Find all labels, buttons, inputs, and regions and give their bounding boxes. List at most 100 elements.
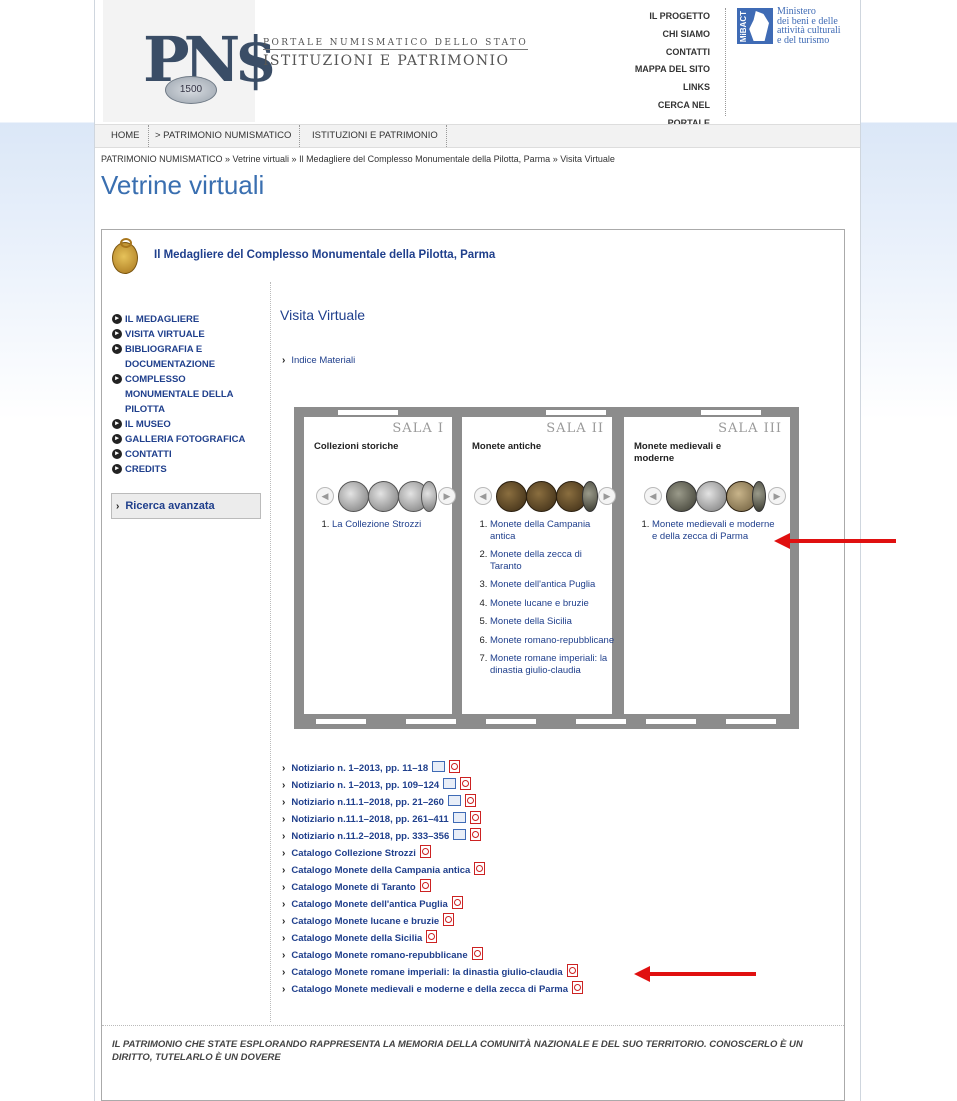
publication-item[interactable]: › Catalogo Monete romane imperiali: la di… [282,964,583,981]
breadcrumb-item[interactable]: Vetrine virtuali [233,154,290,164]
publication-link[interactable]: Catalogo Monete medievali e moderne e de… [291,984,568,995]
breadcrumb-item[interactable]: PATRIMONIO NUMISMATICO [101,154,223,164]
pdf-icon[interactable] [469,811,481,824]
publication-link[interactable]: Notiziario n.11.1–2018, pp. 21–260 [291,797,444,808]
sidebar-item-complesso[interactable]: ▸ COMPLESSO MONUMENTALE DELLA PILOTTA [112,372,262,417]
carousel-next-button[interactable]: ▶ [438,487,456,505]
publication-item[interactable]: › Notiziario n.11.1–2018, pp. 261–411 [282,811,583,828]
room-item-link[interactable]: Monete della zecca di Taranto [490,549,582,572]
pdf-icon[interactable] [460,777,472,790]
sidebar-item-galleria[interactable]: ▸ GALLERIA FOTOGRAFICA [112,432,262,447]
publication-link[interactable]: Catalogo Monete romano-repubblicane [291,950,467,961]
room-item-link[interactable]: Monete lucane e bruzie [490,598,589,609]
publication-link[interactable]: Notiziario n.11.2–2018, pp. 333–356 [291,831,449,842]
coin-thumbnail[interactable] [421,481,437,512]
publication-item[interactable]: › Catalogo Monete romano-repubblicane [282,947,583,964]
pdf-icon[interactable] [471,947,483,960]
pdf-icon[interactable] [464,794,476,807]
book-icon[interactable] [432,761,446,772]
room-item-link[interactable]: Monete romane imperiali: la dinastia giu… [490,653,607,676]
pdf-icon[interactable] [426,930,438,943]
mibac-logo[interactable]: MiBACT Ministero dei beni e delle attivi… [737,7,853,48]
coin-thumbnail[interactable] [752,481,766,512]
coin-thumbnail[interactable] [368,481,399,512]
pdf-icon[interactable] [449,760,461,773]
room-item-link[interactable]: Monete medievali e moderne e della zecca… [652,519,775,542]
publication-link[interactable]: Notiziario n.11.1–2018, pp. 261–411 [291,814,448,825]
sidebar-item-contatti[interactable]: ▸ CONTATTI [112,447,262,462]
page-container: PN$ 1500 PORTALE NUMISMATICO DELLO STATO… [94,0,861,1101]
publication-item[interactable]: › Catalogo Monete di Taranto [282,879,583,896]
room-item-link[interactable]: La Collezione Strozzi [332,519,421,530]
coin-thumbnail[interactable] [526,481,557,512]
pdf-icon[interactable] [566,964,578,977]
sidebar-item-bibliografia[interactable]: ▸ BIBLIOGRAFIA E DOCUMENTAZIONE [112,342,262,372]
pdf-icon[interactable] [419,845,431,858]
publication-link[interactable]: Catalogo Collezione Strozzi [291,848,416,859]
publication-item[interactable]: › Notiziario n. 1–2013, pp. 109–124 [282,777,583,794]
pdf-icon[interactable] [451,896,463,909]
sidebar-item-medagliere[interactable]: ▸ IL MEDAGLIERE [112,312,262,327]
topnav-cerca-1[interactable]: CERCA NEL [635,97,710,115]
carousel-prev-button[interactable]: ◀ [644,487,662,505]
publication-link[interactable]: Notiziario n. 1–2013, pp. 11–18 [291,763,428,774]
publication-item[interactable]: › Catalogo Monete dell'antica Puglia [282,896,583,913]
breadcrumb-item[interactable]: Il Medagliere del Complesso Monumentale … [299,154,550,164]
chevron-right-icon: › [282,814,286,825]
publication-link[interactable]: Notiziario n. 1–2013, pp. 109–124 [291,780,439,791]
pdf-icon[interactable] [419,879,431,892]
publication-item[interactable]: › Catalogo Monete lucane e bruzie [282,913,583,930]
index-materials-link[interactable]: Indice Materiali [291,355,355,366]
room-item-link[interactable]: Monete della Campania antica [490,519,590,542]
publication-item[interactable]: › Catalogo Monete della Sicilia [282,930,583,947]
book-icon[interactable] [452,812,466,823]
advanced-search-button[interactable]: › Ricerca avanzata [111,493,261,519]
publication-link[interactable]: Catalogo Monete dell'antica Puglia [291,899,447,910]
room-item-link[interactable]: Monete della Sicilia [490,616,572,627]
carousel-prev-button[interactable]: ◀ [474,487,492,505]
topnav-progetto[interactable]: IL PROGETTO [635,8,710,26]
carousel-next-button[interactable]: ▶ [598,487,616,505]
publication-item[interactable]: › Notiziario n.11.1–2018, pp. 21–260 [282,794,583,811]
room-item-link[interactable]: Monete dell'antica Puglia [490,579,595,590]
sidebar-item-credits[interactable]: ▸ CREDITS [112,462,262,477]
publication-item[interactable]: › Catalogo Collezione Strozzi [282,845,583,862]
topnav-links[interactable]: LINKS [635,79,710,97]
book-icon[interactable] [453,829,467,840]
book-icon[interactable] [447,795,461,806]
coin-thumbnail[interactable] [496,481,527,512]
publication-link[interactable]: Catalogo Monete romane imperiali: la din… [291,967,562,978]
pdf-icon[interactable] [474,862,486,875]
coin-thumbnail[interactable] [582,481,598,512]
sidebar-item-museo[interactable]: ▸ IL MUSEO [112,417,262,432]
publication-link[interactable]: Catalogo Monete della Sicilia [291,933,422,944]
coin-thumbnail[interactable] [696,481,727,512]
coin-thumbnail[interactable] [338,481,369,512]
sidebar-item-visita-virtuale[interactable]: ▸ VISITA VIRTUALE [112,327,262,342]
pdf-icon[interactable] [443,913,455,926]
menu-patrimonio-numismatico[interactable]: > PATRIMONIO NUMISMATICO [147,125,301,147]
carousel-next-button[interactable]: ▶ [768,487,786,505]
breadcrumb-item[interactable]: Visita Virtuale [560,154,615,164]
menu-home[interactable]: HOME [103,125,149,147]
publication-link[interactable]: Catalogo Monete della Campania antica [291,865,470,876]
list-item: Monete della Sicilia [490,616,615,628]
pdf-icon[interactable] [470,828,482,841]
publication-item[interactable]: › Notiziario n. 1–2013, pp. 11–18 [282,760,583,777]
room-item-link[interactable]: Monete romano-repubblicane [490,635,614,646]
book-icon[interactable] [443,778,457,789]
publication-item[interactable]: › Catalogo Monete medievali e moderne e d… [282,981,583,998]
publication-link[interactable]: Catalogo Monete di Taranto [291,882,415,893]
topnav-chi-siamo[interactable]: CHI SIAMO [635,26,710,44]
pdf-icon[interactable] [572,981,583,994]
menu-istituzioni[interactable]: ISTITUZIONI E PATRIMONIO [304,125,447,147]
topnav-mappa[interactable]: MAPPA DEL SITO [635,61,710,79]
publication-item[interactable]: › Catalogo Monete della Campania antica [282,862,583,879]
site-logo[interactable]: PN$ 1500 [103,0,277,122]
carousel-prev-button[interactable]: ◀ [316,487,334,505]
publication-link[interactable]: Catalogo Monete lucane e bruzie [291,916,439,927]
mibac-line: e del turismo [777,34,830,46]
publication-item[interactable]: › Notiziario n.11.2–2018, pp. 333–356 [282,828,583,845]
coin-thumbnail[interactable] [666,481,697,512]
topnav-contatti[interactable]: CONTATTI [635,44,710,62]
